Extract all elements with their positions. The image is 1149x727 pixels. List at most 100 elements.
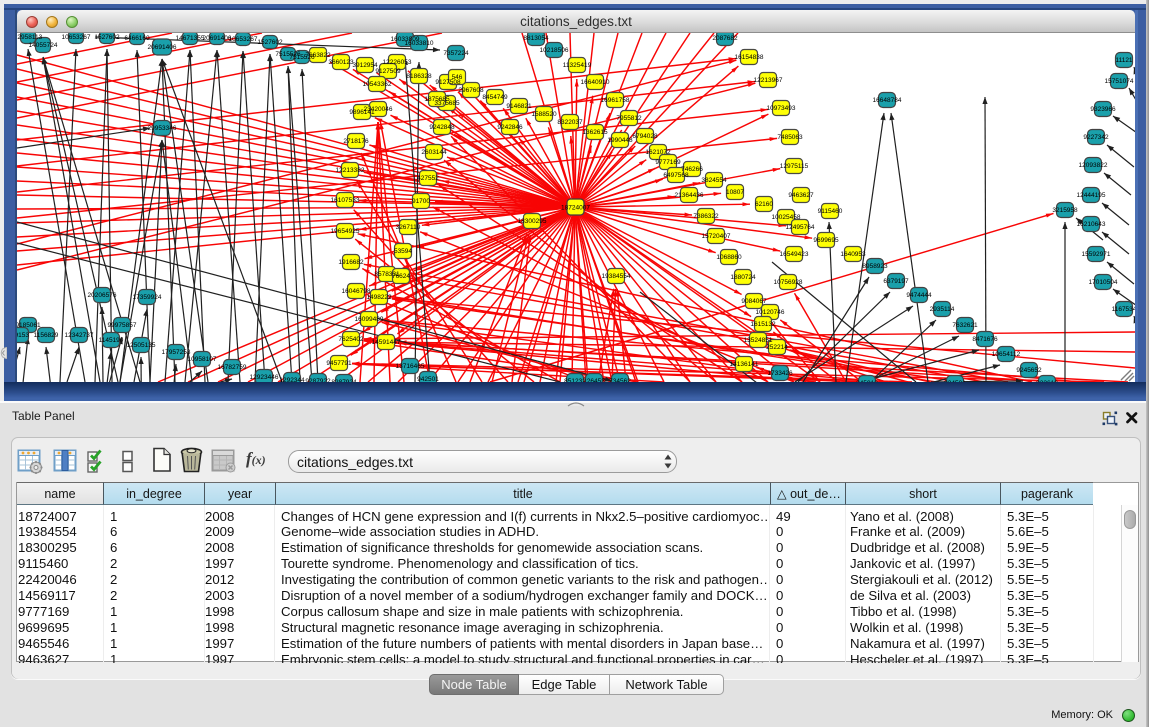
svg-text:427552: 427552 xyxy=(417,175,439,182)
svg-text:11325419: 11325419 xyxy=(563,62,592,69)
svg-text:10120746: 10120746 xyxy=(756,309,785,316)
svg-text:2967608: 2967608 xyxy=(458,87,484,94)
svg-text:1362615: 1362615 xyxy=(582,129,608,136)
svg-text:21364436: 21364436 xyxy=(675,192,704,199)
svg-text:10543362: 10543362 xyxy=(363,81,392,88)
svg-text:8471676: 8471676 xyxy=(972,336,998,343)
svg-text:39153: 39153 xyxy=(17,332,29,339)
svg-text:2603144: 2603144 xyxy=(421,149,447,156)
svg-text:1621072: 1621072 xyxy=(645,149,671,156)
svg-text:11121: 11121 xyxy=(1115,57,1132,64)
svg-text:12958113: 12958113 xyxy=(17,34,43,41)
svg-text:16033810: 16033810 xyxy=(405,40,434,47)
svg-text:7632621: 7632621 xyxy=(952,322,978,329)
svg-text:942501: 942501 xyxy=(417,376,439,382)
svg-text:7663822: 7663822 xyxy=(305,52,331,59)
svg-text:1875685: 1875685 xyxy=(424,96,450,103)
svg-text:29953346: 29953346 xyxy=(148,125,177,132)
svg-text:16099489: 16099489 xyxy=(355,316,384,323)
svg-text:14591447: 14591447 xyxy=(372,339,401,346)
svg-text:12213967: 12213967 xyxy=(754,77,783,84)
svg-text:10756928: 10756928 xyxy=(774,279,803,286)
svg-text:7485063: 7485063 xyxy=(777,134,803,141)
svg-text:126453: 126453 xyxy=(583,378,605,382)
svg-text:3660123: 3660123 xyxy=(328,59,354,66)
svg-text:1145190: 1145190 xyxy=(99,337,124,344)
svg-text:10653267: 10653267 xyxy=(62,34,91,41)
svg-text:19384554: 19384554 xyxy=(602,273,631,280)
svg-text:10654112: 10654112 xyxy=(992,351,1021,358)
svg-text:1498222: 1498222 xyxy=(366,294,392,301)
svg-text:16549423: 16549423 xyxy=(780,251,809,258)
svg-text:2935114: 2935114 xyxy=(930,306,955,313)
svg-text:2718176: 2718176 xyxy=(343,138,369,145)
svg-text:20691406: 20691406 xyxy=(203,35,232,42)
svg-text:99975857: 99975857 xyxy=(108,322,137,329)
svg-text:6379197: 6379197 xyxy=(883,278,909,285)
svg-text:1167534: 1167534 xyxy=(1112,306,1135,313)
svg-text:9463627: 9463627 xyxy=(788,192,814,199)
svg-text:16210643: 16210643 xyxy=(1077,221,1106,228)
svg-text:12226053: 12226053 xyxy=(383,59,412,66)
svg-text:10218506: 10218506 xyxy=(540,47,569,54)
svg-text:7955812: 7955812 xyxy=(616,115,642,122)
svg-text:12923446: 12923446 xyxy=(250,374,279,381)
svg-text:8287924: 8287924 xyxy=(331,379,357,382)
svg-text:13524851: 13524851 xyxy=(744,337,773,344)
svg-text:13716465: 13716465 xyxy=(396,363,425,370)
svg-text:9127509: 9127509 xyxy=(375,68,401,75)
svg-text:9699695: 9699695 xyxy=(813,237,839,244)
svg-text:1588520: 1588520 xyxy=(531,111,557,118)
svg-text:53594: 53594 xyxy=(394,248,412,255)
svg-text:9227342: 9227342 xyxy=(1083,134,1109,141)
svg-text:9242846: 9242846 xyxy=(497,124,523,131)
svg-text:924501: 924501 xyxy=(944,380,966,382)
svg-text:9896141: 9896141 xyxy=(349,109,375,116)
svg-text:9777169: 9777169 xyxy=(655,159,681,166)
svg-text:746266: 746266 xyxy=(681,166,703,173)
svg-text:7357224: 7357224 xyxy=(443,50,469,57)
svg-text:76624: 76624 xyxy=(392,273,410,280)
svg-text:19654925: 19654925 xyxy=(331,228,360,235)
svg-text:16961758: 16961758 xyxy=(601,97,630,104)
svg-text:1615132: 1615132 xyxy=(750,321,776,328)
svg-text:3824554: 3824554 xyxy=(701,177,727,184)
svg-text:1733426: 1733426 xyxy=(767,370,793,377)
svg-text:1880724: 1880724 xyxy=(730,274,756,281)
svg-text:91700: 91700 xyxy=(412,198,430,205)
svg-text:734562: 734562 xyxy=(609,378,631,382)
svg-text:252214: 252214 xyxy=(766,344,788,351)
svg-text:9287922: 9287922 xyxy=(305,378,331,382)
svg-text:16640910: 16640910 xyxy=(581,79,610,86)
svg-text:8186328: 8186328 xyxy=(406,73,432,80)
svg-text:10973493: 10973493 xyxy=(767,105,796,112)
svg-text:16154838: 16154838 xyxy=(735,54,764,61)
svg-text:1527602: 1527602 xyxy=(94,34,120,41)
svg-text:15720407: 15720407 xyxy=(702,233,731,240)
svg-text:12444195: 12444195 xyxy=(1077,192,1106,199)
svg-text:17957253: 17957253 xyxy=(162,349,191,356)
svg-text:2087682: 2087682 xyxy=(712,35,738,42)
svg-text:17359924: 17359924 xyxy=(133,294,162,301)
svg-text:9457791: 9457791 xyxy=(326,360,352,367)
svg-text:18724007: 18724007 xyxy=(561,205,590,212)
svg-text:9185061: 9185061 xyxy=(17,322,41,329)
svg-text:3267110: 3267110 xyxy=(396,224,421,231)
svg-text:9242848: 9242848 xyxy=(429,124,455,131)
svg-text:1916682: 1916682 xyxy=(338,259,364,266)
svg-text:7625402: 7625402 xyxy=(338,336,364,343)
svg-text:14136141: 14136141 xyxy=(730,361,759,368)
svg-text:10807: 10807 xyxy=(726,189,744,196)
svg-text:20691406: 20691406 xyxy=(148,44,177,51)
svg-text:20206576: 20206576 xyxy=(88,292,117,299)
svg-text:1990448: 1990448 xyxy=(607,137,633,144)
svg-text:16107533: 16107533 xyxy=(331,197,360,204)
svg-text:3912954: 3912954 xyxy=(352,62,378,69)
svg-text:12495764: 12495764 xyxy=(786,224,815,231)
svg-text:1156829: 1156829 xyxy=(34,332,59,339)
svg-text:15592971: 15592971 xyxy=(1082,251,1111,258)
svg-text:8322037: 8322037 xyxy=(557,119,583,126)
svg-text:12093822: 12093822 xyxy=(1079,162,1108,169)
svg-text:17010504: 17010504 xyxy=(1089,279,1118,286)
svg-text:3215958: 3215958 xyxy=(1052,207,1078,214)
